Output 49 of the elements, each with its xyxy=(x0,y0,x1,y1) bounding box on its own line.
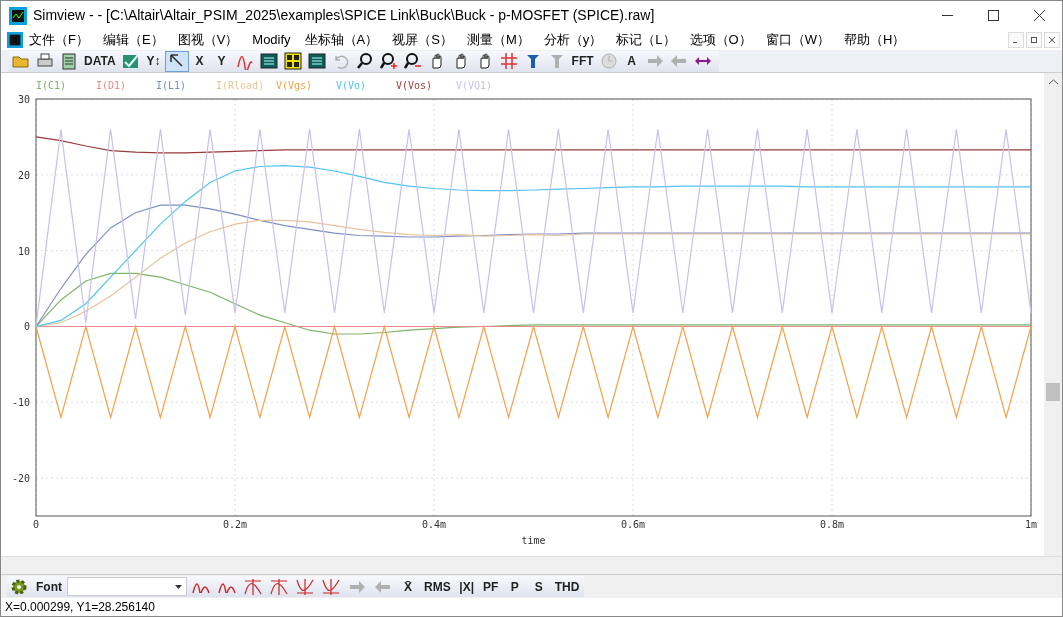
legend-label: V(Vgs) xyxy=(276,79,314,93)
legend-label: I(L1) xyxy=(156,79,188,93)
x-tick-label: 0.6m xyxy=(620,519,646,530)
menu-item[interactable]: 窗口（W） xyxy=(765,30,830,50)
menu-item[interactable]: 选项（O） xyxy=(689,30,752,50)
menu-item[interactable]: 帮助（H） xyxy=(843,30,906,50)
legend-label: V(Vos) xyxy=(396,79,434,93)
x-tick-label: 0 xyxy=(33,519,39,530)
y-tick-label: -10 xyxy=(11,397,30,409)
legend-label: V(VQ1) xyxy=(456,79,494,93)
menu-item[interactable]: 文件（F） xyxy=(29,30,89,50)
menu-item[interactable]: 坐标轴（A） xyxy=(304,30,379,50)
x-axis-label: time xyxy=(521,535,546,546)
toolbar-button[interactable]: THD xyxy=(551,576,583,597)
toolbar-button[interactable]: RMS xyxy=(421,576,454,597)
x-tick-label: 0.4m xyxy=(421,519,447,530)
toolbar-button[interactable]: PF xyxy=(479,576,502,597)
x-tick-label: 0.2m xyxy=(222,519,248,530)
legend-label: I(Rload) xyxy=(216,79,266,93)
toolbar-button[interactable]: S xyxy=(527,576,550,597)
y-tick-label: 20 xyxy=(17,169,30,181)
menu-item[interactable]: 视屏（S） xyxy=(392,30,453,50)
toolbar-button[interactable]: DATA xyxy=(81,50,119,72)
toolbar-button[interactable]: X xyxy=(188,50,211,72)
y-tick-label: 10 xyxy=(17,245,30,257)
menu-item[interactable]: 编辑（E） xyxy=(102,30,164,50)
window-title: Simview - - [C:\Altair\Altair_PSIM_2025\examples\SPICE Link\Buck\Buck - p-MOSFET (SPICE).raw] xyxy=(33,6,655,25)
menu-item[interactable]: 标记（L） xyxy=(616,30,676,50)
y-tick-label: -20 xyxy=(11,473,30,485)
menu-item[interactable]: Modify xyxy=(252,30,291,50)
y-tick-label: 30 xyxy=(17,94,30,105)
x-tick-label: 1m xyxy=(1025,519,1037,530)
toolbar-button[interactable]: Y xyxy=(210,50,233,72)
toolbar-button[interactable]: X̄ xyxy=(397,576,419,597)
legend-label: I(D1) xyxy=(96,79,128,93)
legend-label: V(Vo) xyxy=(336,79,368,93)
toolbar-button[interactable]: A xyxy=(620,50,643,72)
x-tick-label: 0.8m xyxy=(819,519,845,530)
toolbar-button[interactable]: |X| xyxy=(455,576,478,597)
toolbar-button[interactable]: P xyxy=(503,576,526,597)
status-text: X=0.000299, Y1=28.256140 xyxy=(5,599,155,616)
legend-label: I(C1) xyxy=(36,79,68,93)
toolbar-button[interactable]: FFT xyxy=(568,50,597,72)
menu-item[interactable]: 分析（y） xyxy=(543,30,603,50)
y-tick-label: 0 xyxy=(23,321,30,333)
toolbar-button[interactable]: Font xyxy=(33,576,65,597)
menu-item[interactable]: 测量（M） xyxy=(466,30,530,50)
toolbar-button[interactable]: Y↕ xyxy=(142,50,165,72)
menu-item[interactable]: 图视（V） xyxy=(177,30,239,50)
